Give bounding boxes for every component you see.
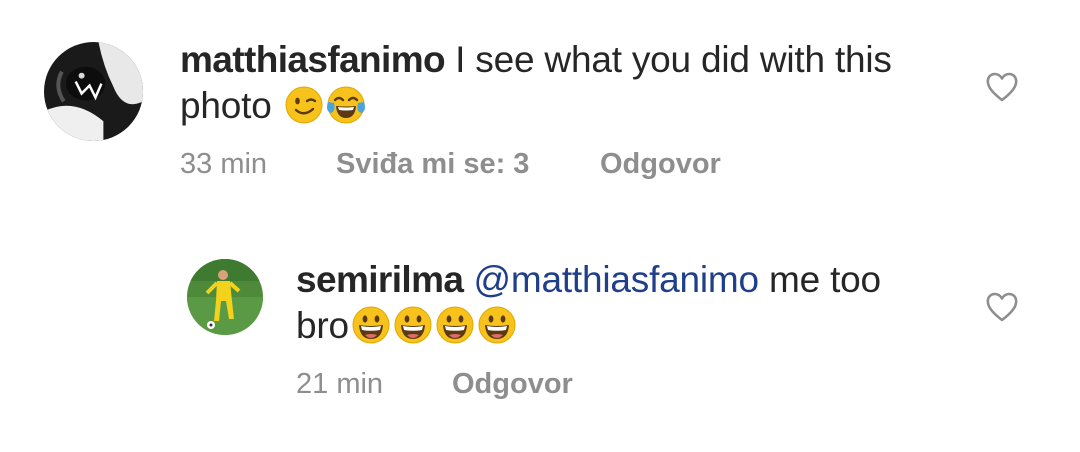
- comment-1-likes[interactable]: Sviđa mi se: 3: [336, 148, 529, 181]
- grinning-face-emoji: [393, 305, 433, 345]
- heart-outline-icon[interactable]: [985, 291, 1019, 323]
- comment-2-reply-button[interactable]: Odgovor: [452, 368, 573, 401]
- winking-face-emoji: [284, 85, 324, 125]
- comment-1-body: matthiasfanimo I see what you did with t…: [180, 37, 960, 129]
- comment-1-text-line2: photo: [180, 85, 272, 126]
- comment-1-text-line1: I see what you did with this: [455, 39, 892, 80]
- username-semirilma[interactable]: semirilma: [296, 259, 464, 300]
- grinning-face-emoji: [435, 305, 475, 345]
- avatar-semirilma[interactable]: [187, 259, 263, 335]
- grinning-face-emoji: [477, 305, 517, 345]
- heart-outline-icon[interactable]: [985, 71, 1019, 103]
- comment-2-text-line1: me too: [769, 259, 881, 300]
- comment-2-line2: bro: [296, 303, 976, 349]
- comment-1-time: 33 min: [180, 148, 268, 180]
- tears-of-joy-emoji: [326, 85, 366, 125]
- comment-2-time: 21 min: [296, 368, 384, 400]
- username-matthiasfanimo[interactable]: matthiasfanimo: [180, 39, 446, 80]
- grinning-face-emoji: [351, 305, 391, 345]
- comment-2-body: semirilma @matthiasfanimo me too bro: [296, 257, 976, 349]
- mention-link[interactable]: @matthiasfanimo: [473, 259, 759, 300]
- avatar-matthiasfanimo[interactable]: [44, 42, 143, 141]
- comment-1-reply-button[interactable]: Odgovor: [600, 148, 721, 181]
- comments-page: matthiasfanimo I see what you did with t…: [0, 0, 1080, 452]
- comment-2-text-line2: bro: [296, 305, 349, 346]
- comment-2-line1: semirilma @matthiasfanimo me too: [296, 257, 976, 303]
- comment-1-line1: matthiasfanimo I see what you did with t…: [180, 37, 960, 83]
- comment-1-line2: photo: [180, 83, 960, 129]
